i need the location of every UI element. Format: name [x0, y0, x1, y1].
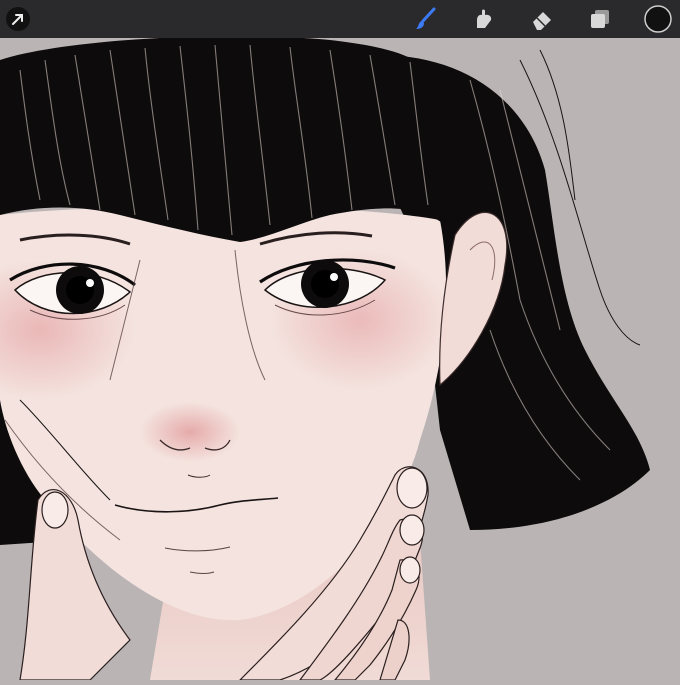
drawing-canvas[interactable]	[0, 36, 680, 681]
actions-arrow-icon[interactable]	[2, 3, 34, 35]
color-swatch-icon[interactable]	[642, 3, 674, 35]
paintbrush-icon[interactable]	[410, 3, 442, 35]
smudge-icon[interactable]	[468, 3, 500, 35]
top-toolbar	[0, 0, 680, 38]
portrait-illustration	[0, 36, 680, 681]
eraser-icon[interactable]	[526, 3, 558, 35]
layers-icon[interactable]	[584, 3, 616, 35]
